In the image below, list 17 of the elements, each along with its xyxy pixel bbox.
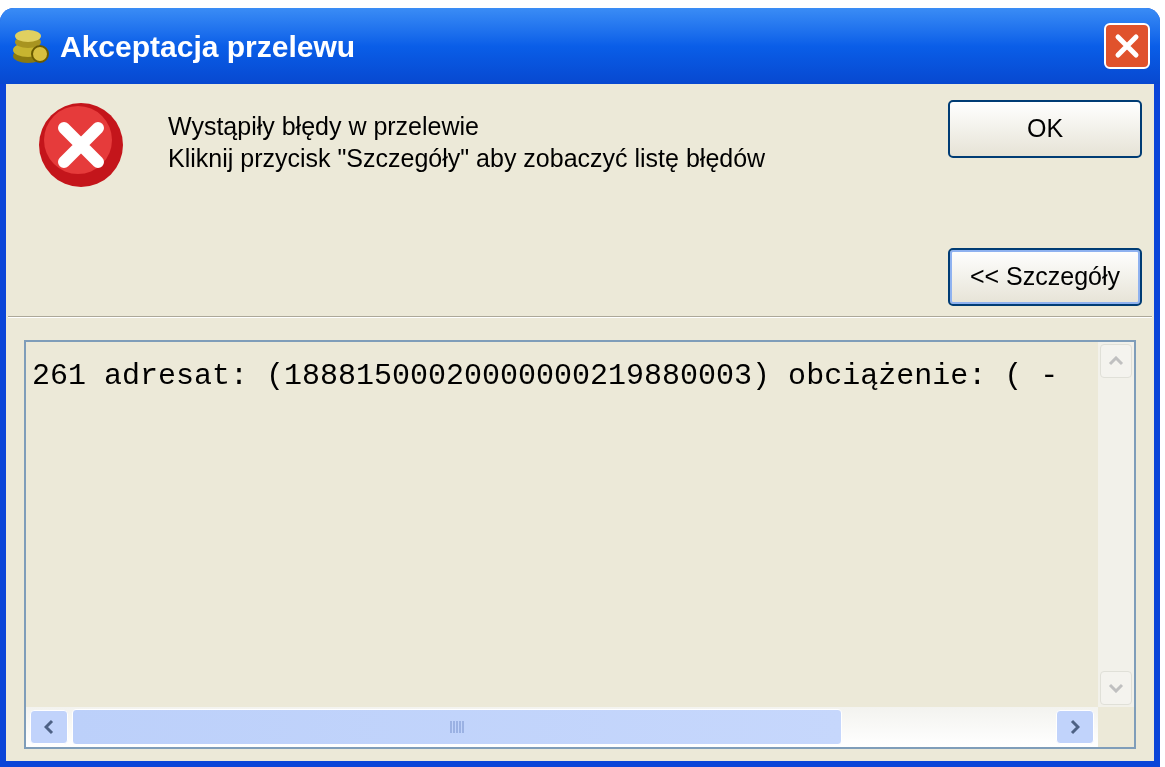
close-icon <box>1114 33 1140 59</box>
details-button[interactable]: << Szczegóły <box>948 248 1142 306</box>
scroll-up-button[interactable] <box>1100 344 1132 378</box>
ok-button[interactable]: OK <box>948 100 1142 158</box>
message-text: Kliknij przycisk "Szczegóły" aby zobaczyć listę błędów <box>168 143 766 174</box>
scroll-thumb[interactable] <box>72 709 842 745</box>
close-button[interactable] <box>1104 23 1150 69</box>
scroll-down-button[interactable] <box>1100 671 1132 705</box>
message-text: Wystąpiły błędy w przelewie <box>168 111 480 142</box>
vertical-scrollbar[interactable] <box>1098 342 1134 707</box>
horizontal-scrollbar[interactable] <box>26 707 1098 747</box>
window-title: Akceptacja przelewu <box>60 28 356 65</box>
grip-icon <box>450 720 464 734</box>
scroll-right-button[interactable] <box>1056 710 1094 744</box>
scroll-left-button[interactable] <box>30 710 68 744</box>
details-text: 261 adresat: (18881500020000000219880003) obciążenie: ( - <box>32 358 1060 395</box>
error-icon <box>36 100 126 190</box>
